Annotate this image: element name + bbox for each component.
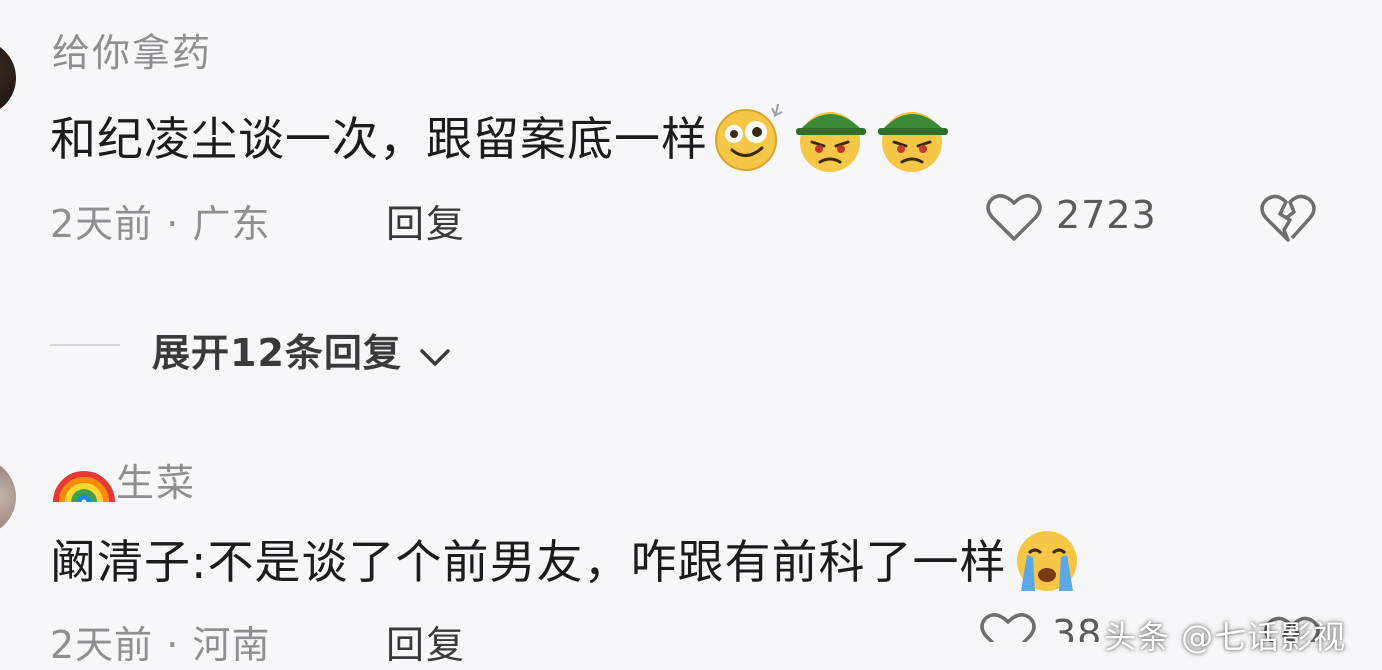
comment-location: 河南 bbox=[192, 623, 271, 667]
army-helmet-angry-emoji bbox=[792, 102, 870, 183]
heart-icon[interactable] bbox=[986, 193, 1042, 247]
divider-line bbox=[50, 344, 120, 346]
heart-icon[interactable] bbox=[980, 612, 1036, 642]
comment-time: 2天前 bbox=[50, 202, 154, 246]
comment-body: 阚清子:不是谈了个前男友，咋跟有前科了一样 bbox=[50, 535, 1007, 589]
comment-location: 广东 bbox=[192, 202, 271, 246]
chevron-down-icon bbox=[418, 334, 452, 378]
comment-username[interactable]: 给你拿药 bbox=[52, 22, 212, 77]
comment-text: 和纪凌尘谈一次，跟留案底一样 bbox=[50, 102, 952, 183]
comment-text: 阚清子:不是谈了个前男友，咋跟有前科了一样 bbox=[50, 525, 1083, 606]
army-helmet-angry-emoji bbox=[874, 102, 952, 183]
comment-username[interactable]: 生菜 bbox=[116, 461, 196, 505]
like-count: 2723 bbox=[1056, 193, 1157, 237]
reply-button[interactable]: 回复 bbox=[386, 614, 466, 669]
reply-button[interactable]: 回复 bbox=[386, 193, 466, 248]
meta-separator: · bbox=[166, 202, 180, 246]
avatar[interactable] bbox=[0, 40, 16, 116]
comment-body: 和纪凌尘谈一次，跟留案底一样 bbox=[50, 112, 708, 166]
loudly-crying-face-emoji bbox=[1011, 525, 1083, 606]
comment-meta: 2天前 · 广东 bbox=[50, 193, 270, 248]
watermark: 头条 @七话影视 bbox=[1104, 618, 1347, 656]
comment-meta: 2天前 · 河南 bbox=[50, 614, 270, 669]
meta-separator: · bbox=[166, 623, 180, 667]
expand-replies-label: 展开12条回复 bbox=[152, 331, 402, 375]
avatar[interactable] bbox=[0, 458, 16, 536]
expand-replies-button[interactable]: 展开12条回复 bbox=[152, 322, 452, 378]
rainbow-icon bbox=[52, 448, 116, 513]
dizzy-face-emoji bbox=[712, 102, 786, 183]
broken-heart-icon[interactable] bbox=[1258, 190, 1318, 248]
comment-time: 2天前 bbox=[50, 623, 154, 667]
comment-username-row[interactable]: 生菜 bbox=[52, 448, 196, 513]
like-count: 38 bbox=[1052, 612, 1103, 642]
